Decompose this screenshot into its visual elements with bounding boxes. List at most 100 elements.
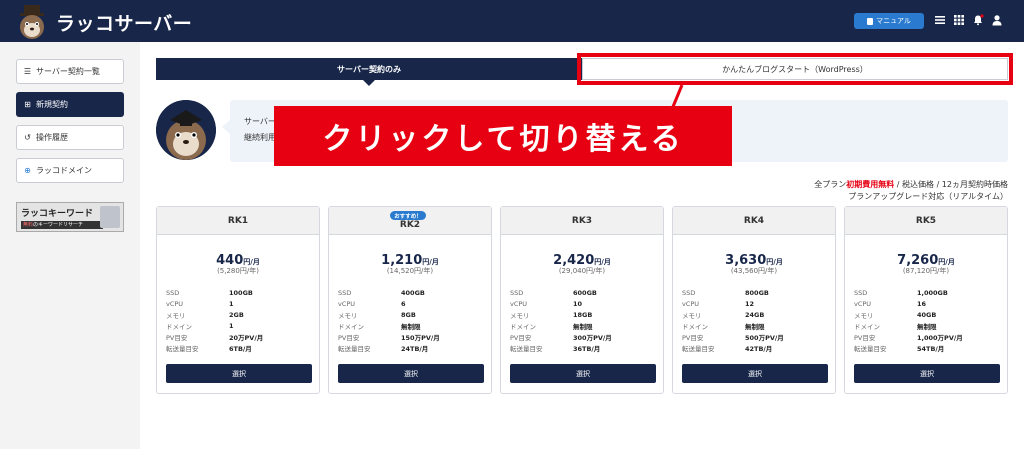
spec-row-domain: ドメイン 1 (166, 320, 314, 331)
spec-row-pv: PV目安 500万PV/月 (682, 331, 830, 342)
spec-label: メモリ (510, 311, 530, 320)
sidebar-item-label: ラッコドメイン (36, 166, 92, 175)
spec-row-domain: ドメイン 無制限 (338, 320, 486, 331)
book-icon (867, 17, 874, 25)
spec-label: ドメイン (682, 322, 708, 331)
select-plan-button[interactable]: 選択 (854, 364, 1000, 383)
spec-value: 400GB (401, 288, 425, 297)
spec-row-transfer: 転送量目安 6TB/月 (166, 342, 314, 353)
spec-row-pv: PV目安 20万PV/月 (166, 331, 314, 342)
plan-specs: SSD 1,000GB vCPU 16 メモリ 40GB ドメイン 無制限 PV… (854, 287, 1002, 353)
banner-subtitle: 無料のキーワードリサーチ (21, 221, 103, 229)
plan-specs: SSD 800GB vCPU 12 メモリ 24GB ドメイン 無制限 PV目安… (682, 287, 830, 353)
plan-specs: SSD 400GB vCPU 6 メモリ 8GB ドメイン 無制限 PV目安 1… (338, 287, 486, 353)
plan-yearly-price: (87,120円/年) (902, 267, 950, 275)
spec-row-ssd: SSD 800GB (682, 287, 830, 298)
hamburger-menu-icon[interactable] (934, 14, 946, 26)
grid-apps-icon[interactable] (953, 14, 965, 26)
spec-value: 8GB (401, 310, 416, 319)
plan-yearly-price: (43,560円/年) (730, 267, 778, 275)
spec-row-ssd: SSD 1,000GB (854, 287, 1002, 298)
spec-value: 24GB (745, 310, 765, 319)
select-plan-button[interactable]: 選択 (166, 364, 312, 383)
spec-row-vcpu: vCPU 16 (854, 298, 1002, 309)
spec-label: vCPU (682, 299, 700, 308)
plan-name: おすすめ！ RK2 (329, 207, 491, 235)
spec-value: 1 (229, 299, 234, 308)
plan-yearly-price: (14,520円/年) (386, 267, 434, 275)
spec-label: 転送量目安 (682, 344, 715, 353)
spec-label: 転送量目安 (338, 344, 371, 353)
sidebar: ☰ サーバー契約一覧 ⊞ 新規契約 ↺ 操作履歴 ⊕ ラッコドメイン ラッコキー… (0, 42, 140, 449)
sidebar-item-new-contract[interactable]: ⊞ 新規契約 (16, 92, 124, 117)
spec-label: SSD (510, 288, 524, 297)
sidebar-item-history[interactable]: ↺ 操作履歴 (16, 125, 124, 150)
spec-row-ssd: SSD 600GB (510, 287, 658, 298)
spec-row-transfer: 転送量目安 54TB/月 (854, 342, 1002, 353)
spec-row-transfer: 転送量目安 36TB/月 (510, 342, 658, 353)
top-header: ラッコサーバー マニュアル (0, 0, 1024, 42)
spec-value: 1,000万PV/月 (917, 333, 963, 342)
spec-value: 1 (229, 321, 234, 330)
pricing-note-line-1: 全プラン初期費用無料 / 税込価格 / 12ヵ月契約時価格 (814, 180, 1008, 189)
spec-value: 300万PV/月 (573, 333, 612, 342)
sidebar-item-label: サーバー契約一覧 (36, 67, 100, 76)
spec-label: vCPU (854, 299, 872, 308)
spec-label: vCPU (338, 299, 356, 308)
spec-row-pv: PV目安 1,000万PV/月 (854, 331, 1002, 342)
select-plan-button[interactable]: 選択 (510, 364, 656, 383)
spec-label: ドメイン (338, 322, 364, 331)
spec-row-vcpu: vCPU 10 (510, 298, 658, 309)
spec-value: 6 (401, 299, 406, 308)
recommended-badge: おすすめ！ (390, 211, 426, 220)
spec-row-domain: ドメイン 無制限 (682, 320, 830, 331)
spec-value: 500万PV/月 (745, 333, 784, 342)
rakko-keyword-banner[interactable]: ラッコキーワード 無料のキーワードリサーチ (16, 202, 124, 232)
spec-row-pv: PV目安 300万PV/月 (510, 331, 658, 342)
spec-row-ssd: SSD 100GB (166, 287, 314, 298)
spec-value: 800GB (745, 288, 769, 297)
user-account-icon[interactable] (991, 14, 1003, 26)
plan-specs: SSD 100GB vCPU 1 メモリ 2GB ドメイン 1 PV目安 20万… (166, 287, 314, 353)
spec-value: 2GB (229, 310, 244, 319)
app-logo-text[interactable]: ラッコサーバー (56, 9, 192, 36)
spec-label: ドメイン (510, 322, 536, 331)
spec-value: 100GB (229, 288, 253, 297)
spec-value: 16 (917, 299, 927, 308)
spec-value: 20万PV/月 (229, 333, 264, 342)
plan-name: RK4 (673, 207, 835, 235)
spec-label: 転送量目安 (854, 344, 887, 353)
spec-row-vcpu: vCPU 12 (682, 298, 830, 309)
spec-label: SSD (166, 288, 180, 297)
spec-row-memory: メモリ 2GB (166, 309, 314, 320)
plus-square-icon: ⊞ (24, 100, 31, 109)
sidebar-item-rakko-domain[interactable]: ⊕ ラッコドメイン (16, 158, 124, 183)
sidebar-item-label: 新規契約 (36, 100, 68, 109)
bell-notification-icon[interactable] (972, 14, 984, 26)
spec-value: 54TB/月 (917, 344, 945, 353)
list-icon: ☰ (23, 67, 32, 76)
spec-label: メモリ (854, 311, 874, 320)
spec-label: PV目安 (166, 333, 188, 342)
plan-card-rk2: おすすめ！ RK2 1,210円/月 (14,520円/年) SSD 400GB… (328, 206, 492, 394)
spec-value: 18GB (573, 310, 593, 319)
spec-value: 無制限 (401, 322, 421, 331)
spec-row-pv: PV目安 150万PV/月 (338, 331, 486, 342)
spec-value: 無制限 (573, 322, 593, 331)
spec-value: 600GB (573, 288, 597, 297)
spec-label: 転送量目安 (510, 344, 543, 353)
spec-label: メモリ (166, 311, 186, 320)
spec-value: 12 (745, 299, 755, 308)
select-plan-button[interactable]: 選択 (338, 364, 484, 383)
pricing-note-line-2: プランアップグレード対応（リアルタイム） (848, 192, 1008, 201)
plan-card-rk4: RK4 3,630円/月 (43,560円/年) SSD 800GB vCPU … (672, 206, 836, 394)
select-plan-button[interactable]: 選択 (682, 364, 828, 383)
spec-value: 42TB/月 (745, 344, 773, 353)
manual-button-label: マニュアル (876, 17, 911, 25)
spec-row-vcpu: vCPU 6 (338, 298, 486, 309)
spec-row-domain: ドメイン 無制限 (510, 320, 658, 331)
manual-button[interactable]: マニュアル (854, 13, 924, 29)
sidebar-item-contract-list[interactable]: ☰ サーバー契約一覧 (16, 59, 124, 84)
spec-row-vcpu: vCPU 1 (166, 298, 314, 309)
plan-yearly-price: (5,280円/年) (217, 267, 259, 275)
